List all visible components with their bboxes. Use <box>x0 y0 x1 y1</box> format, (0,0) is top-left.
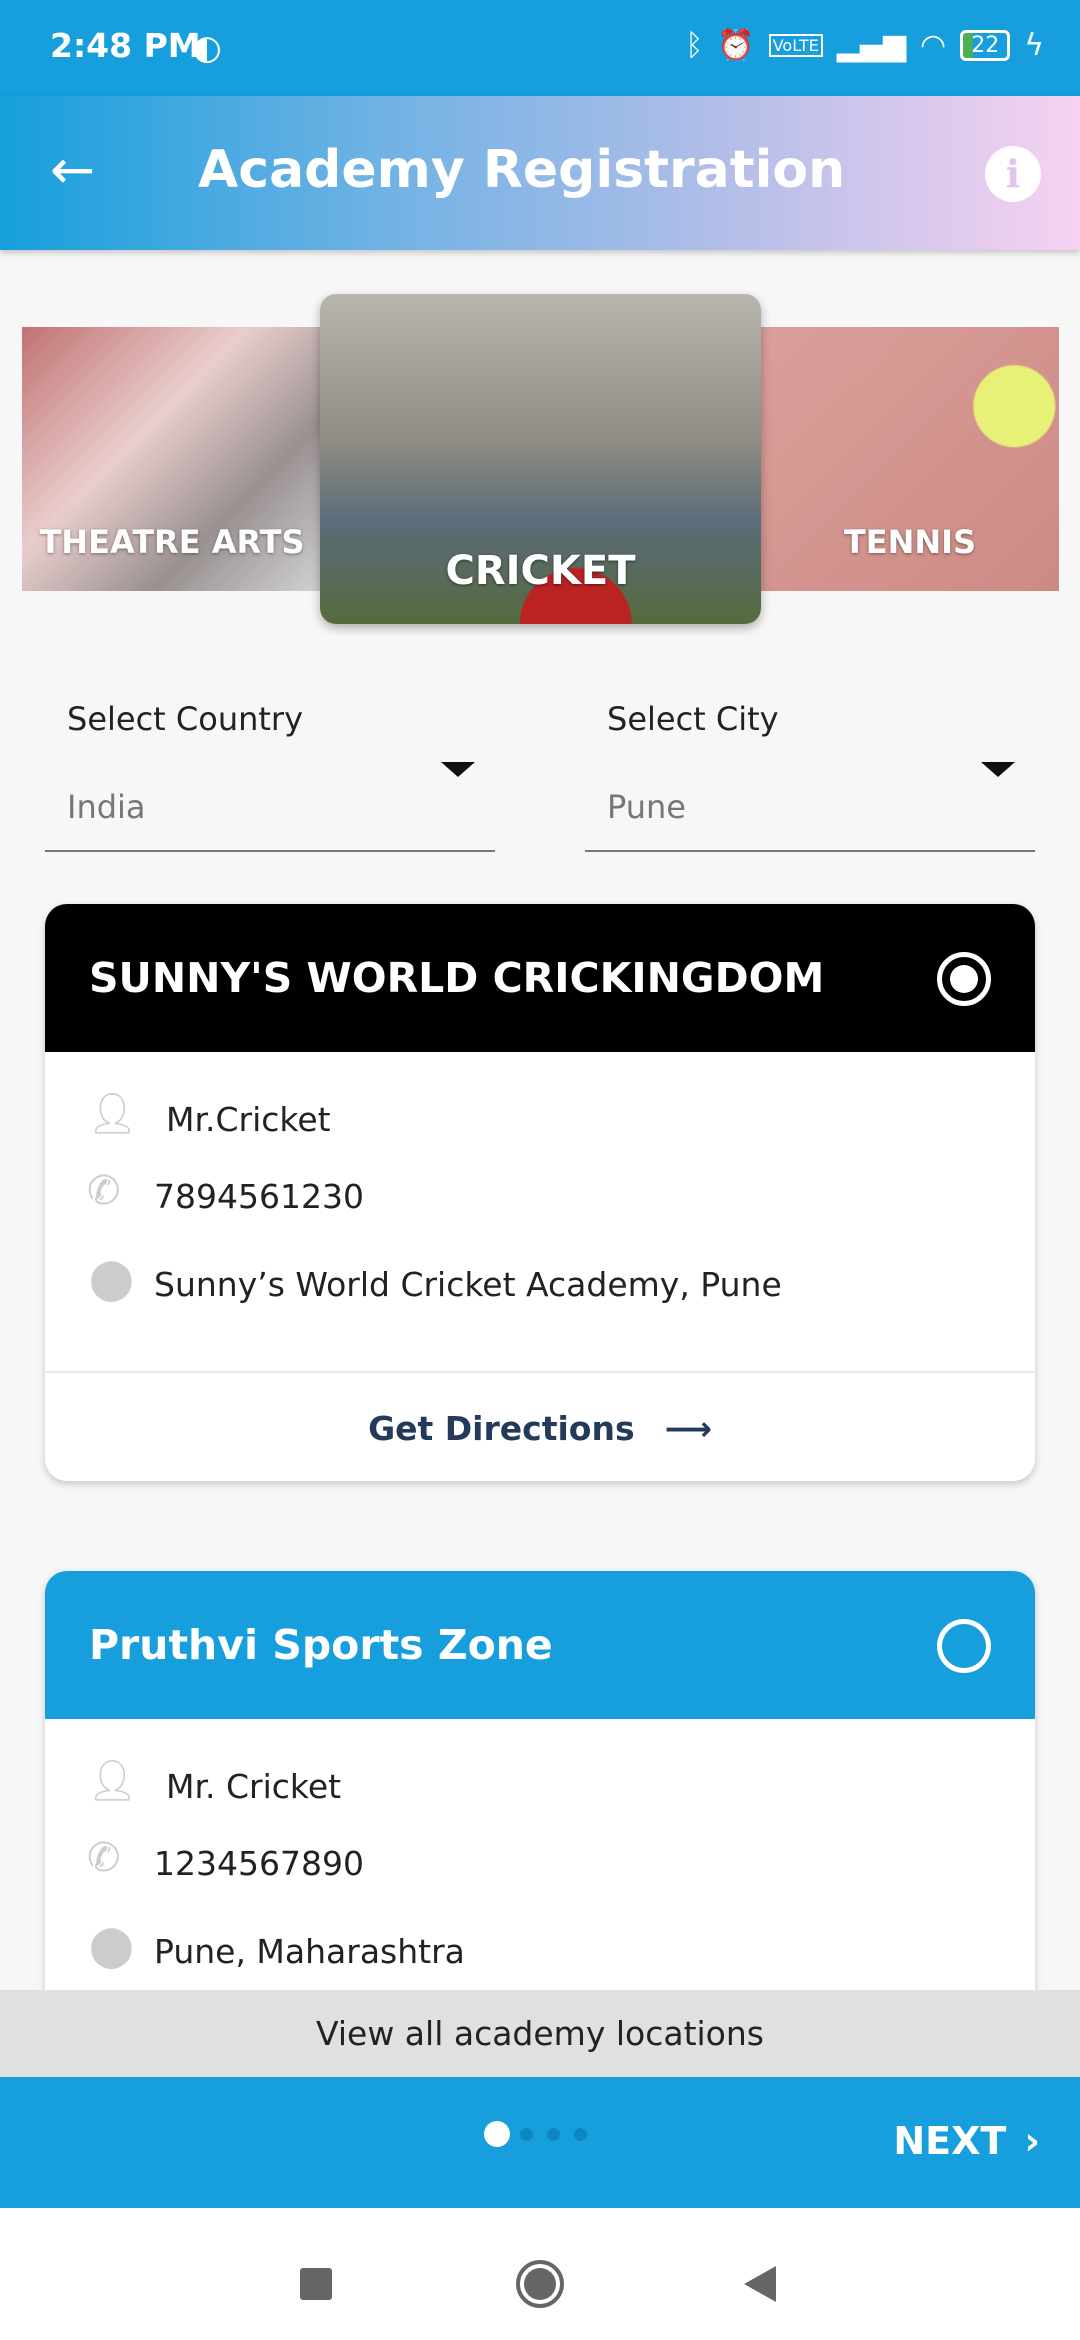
bottom-bar: NEXT › <box>0 2077 1080 2208</box>
page-dot <box>547 2128 560 2141</box>
home-icon[interactable] <box>516 2260 564 2308</box>
dropdown-caret-icon <box>981 762 1015 777</box>
app-notification-icon: ◐ <box>192 28 222 68</box>
country-value: India <box>67 788 146 826</box>
underline <box>45 850 495 852</box>
back-arrow-icon[interactable]: ← <box>50 138 95 201</box>
address: Sunny’s World Cricket Academy, Pune <box>154 1265 782 1304</box>
page-dot <box>520 2128 533 2141</box>
person-icon: 👤︎ <box>87 1758 138 1804</box>
app-bar: ← Academy Registration i <box>0 96 1080 250</box>
alarm-icon: ⏰ <box>717 28 755 63</box>
radio-selected[interactable] <box>937 952 991 1006</box>
chevron-right-icon: › <box>1024 2119 1040 2163</box>
category-tile-theatre-arts[interactable]: THEATRE ARTS <box>22 327 322 591</box>
dropdown-caret-icon <box>441 762 475 777</box>
academy-name: Pruthvi Sports Zone <box>89 1621 553 1669</box>
category-label: THEATRE ARTS <box>39 523 305 561</box>
category-tile-tennis[interactable]: TENNIS <box>761 327 1059 591</box>
signal-icon: ▂▄▆ <box>836 28 907 63</box>
phone-icon: ✆ <box>87 1835 121 1881</box>
city-label: Select City <box>607 700 779 738</box>
contact-name: Mr.Cricket <box>166 1100 331 1139</box>
phone-number[interactable]: 1234567890 <box>154 1844 364 1883</box>
academy-card-header[interactable]: Pruthvi Sports Zone <box>45 1571 1035 1719</box>
category-label: TENNIS <box>843 523 977 561</box>
country-label: Select Country <box>67 700 304 738</box>
underline <box>585 850 1035 852</box>
page-title: Academy Registration <box>198 140 846 200</box>
status-bar: 2:48 PM ◐ ᛒ ⏰ VoLTE ▂▄▆ ◠ 22 ϟ <box>0 0 1080 96</box>
next-label: NEXT <box>893 2119 1007 2163</box>
status-icons: ᛒ ⏰ VoLTE ▂▄▆ ◠ 22 ϟ <box>685 28 1044 63</box>
academy-card[interactable]: SUNNY'S WORLD CRICKINGDOM 👤︎ Mr.Cricket … <box>45 904 1035 1481</box>
city-value: Pune <box>607 788 686 826</box>
status-time: 2:48 PM <box>50 26 201 65</box>
address: Pune, Maharashtra <box>154 1932 465 1971</box>
battery-icon: 22 <box>960 30 1011 61</box>
academy-name: SUNNY'S WORLD CRICKINGDOM <box>89 954 825 1002</box>
radio-unselected[interactable] <box>937 1619 991 1673</box>
page-dot-active <box>484 2121 510 2147</box>
recents-icon[interactable] <box>300 2268 332 2300</box>
country-select[interactable]: Select Country India <box>45 700 495 852</box>
phone-icon: ✆ <box>87 1168 121 1214</box>
view-all-locations-button[interactable]: View all academy locations <box>0 1990 1080 2077</box>
get-directions-button[interactable]: Get Directions ⟶ <box>45 1409 1035 1448</box>
divider <box>45 1371 1035 1373</box>
location-pin-icon: ⬤ <box>89 1923 134 1969</box>
location-pin-icon: ⬤ <box>89 1256 134 1302</box>
wifi-icon: ◠ <box>920 28 947 63</box>
charging-icon: ϟ <box>1024 28 1044 63</box>
phone-number[interactable]: 7894561230 <box>154 1177 364 1216</box>
next-button[interactable]: NEXT › <box>893 2119 1040 2163</box>
city-select[interactable]: Select City Pune <box>585 700 1035 852</box>
bluetooth-icon: ᛒ <box>685 28 704 63</box>
info-icon[interactable]: i <box>985 146 1041 202</box>
back-icon[interactable] <box>744 2266 776 2302</box>
category-tile-cricket[interactable]: CRICKET <box>320 294 761 624</box>
person-icon: 👤︎ <box>87 1091 138 1137</box>
category-label: CRICKET <box>445 548 636 594</box>
page-dot <box>574 2128 587 2141</box>
contact-name: Mr. Cricket <box>166 1767 342 1806</box>
system-nav-bar <box>0 2208 1080 2340</box>
academy-card-header[interactable]: SUNNY'S WORLD CRICKINGDOM <box>45 904 1035 1052</box>
get-directions-label: Get Directions <box>368 1409 635 1448</box>
arrow-right-icon: ⟶ <box>664 1409 712 1448</box>
volte-icon: VoLTE <box>768 34 823 57</box>
